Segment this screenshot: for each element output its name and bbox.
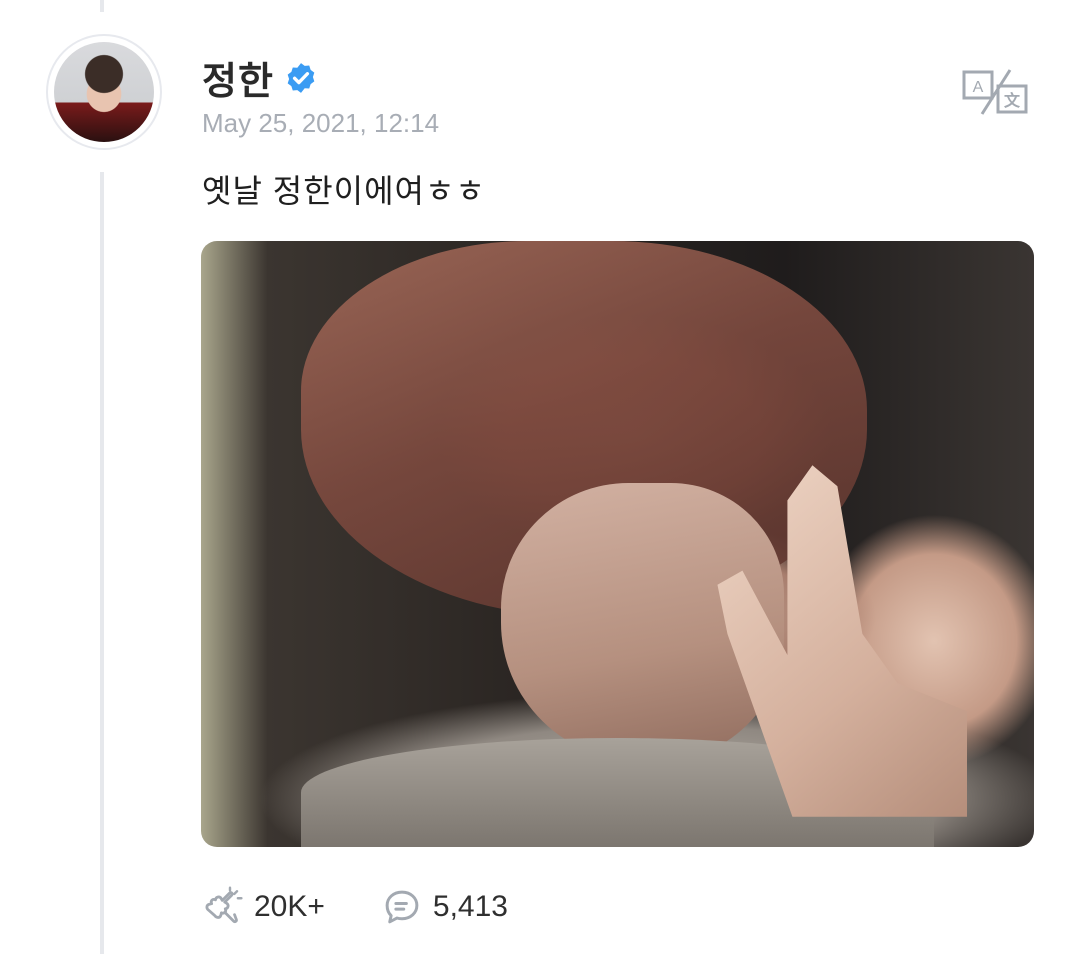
cheer-count: 20K+ (254, 890, 325, 923)
cheer-icon (205, 886, 243, 923)
translate-button[interactable]: A 文 (962, 68, 1030, 116)
translate-icon: A 文 (962, 69, 1028, 115)
post-text: 옛날 정한이에여ㅎㅎ (202, 173, 486, 209)
cheer-button[interactable]: 20K+ (202, 886, 325, 928)
comment-count: 5,413 (432, 890, 508, 923)
svg-text:A: A (973, 79, 984, 96)
post-timestamp: May 25, 2021, 12:14 (202, 108, 440, 138)
author-name[interactable]: 정한 (202, 50, 274, 105)
verified-badge-icon (287, 62, 315, 93)
thread-line-top (100, 0, 104, 12)
comment-icon (385, 890, 419, 924)
post-actions: 20K+ 5,413 (202, 886, 508, 928)
post-photo[interactable] (201, 241, 1034, 847)
author-row: 정한 (202, 50, 318, 105)
avatar-image (54, 42, 154, 142)
svg-text:文: 文 (1004, 91, 1021, 110)
comment-button[interactable]: 5,413 (381, 886, 508, 928)
author-avatar[interactable] (46, 34, 162, 150)
thread-line (100, 172, 104, 954)
